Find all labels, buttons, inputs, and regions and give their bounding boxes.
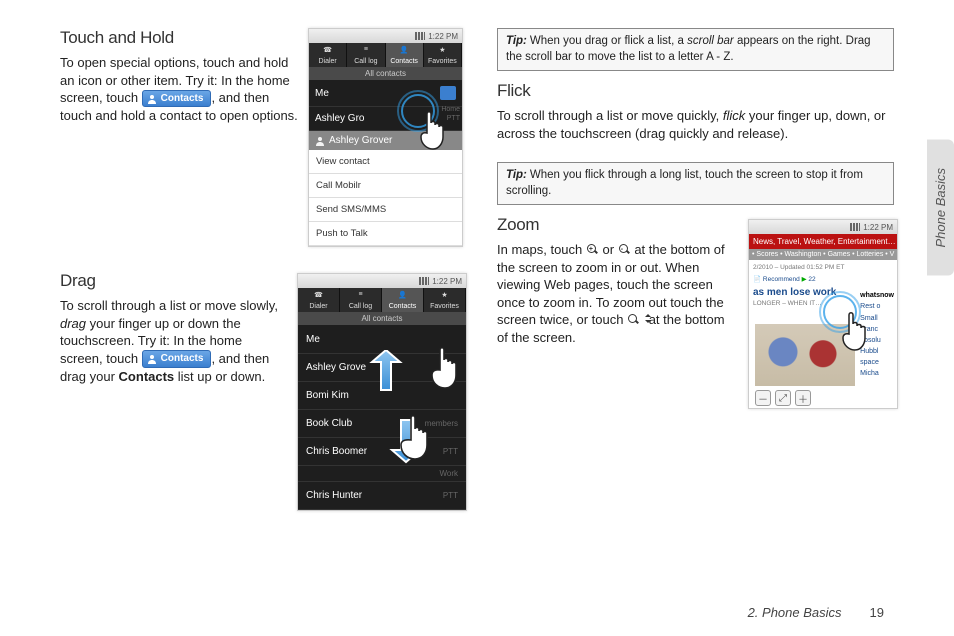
signal-icon — [419, 277, 429, 285]
signal-icon — [850, 223, 860, 231]
ctx-view-contact[interactable]: View contact — [309, 150, 462, 174]
tab-favorites[interactable]: ★Favorites — [424, 43, 462, 67]
page-footer: 2. Phone Basics19 — [748, 605, 884, 620]
ctx-call-mobile[interactable]: Call Mobilr — [309, 174, 462, 198]
web-sidebar-links[interactable]: whatsnow Rest o Small Franc absolu Hubbl… — [860, 290, 894, 380]
tab-dialer[interactable]: ☎Dialer — [309, 43, 347, 67]
tab-favorites[interactable]: ★Favorites — [424, 288, 466, 312]
tab-call-log[interactable]: ≡Call log — [340, 288, 382, 312]
drag-hand-bottom-icon — [396, 412, 444, 468]
web-subnav: • Scores • Washington • Games • Lotterie… — [749, 249, 897, 260]
zoom-in-icon[interactable]: ＋ — [795, 390, 811, 406]
tip-scrollbar: Tip:When you drag or flick a list, a scr… — [497, 28, 894, 71]
tabs-row: ☎Dialer ≡Call log 👤Contacts ★Favorites — [309, 43, 462, 67]
contact-row-ashley[interactable]: Ashley Gro HomePTT — [309, 107, 462, 131]
status-bar: 1:22 PM — [309, 29, 462, 43]
list-item[interactable]: Chris HunterPTT — [298, 482, 466, 510]
section-flick: Flick To scroll through a list or move q… — [497, 81, 894, 142]
zoom-in-inline-icon: + — [586, 243, 599, 256]
zoom-overview-inline-icon — [627, 313, 645, 326]
signal-icon — [415, 32, 425, 40]
section-zoom: 1:22 PM News, Travel, Weather, Entertain… — [497, 215, 894, 346]
tab-call-log[interactable]: ≡Call log — [347, 43, 385, 67]
contacts-pill: Contacts — [142, 90, 212, 108]
right-column: Tip:When you drag or flick a list, a scr… — [497, 28, 894, 616]
status-time: 1:22 PM — [863, 223, 893, 232]
tab-dialer[interactable]: ☎Dialer — [298, 288, 340, 312]
section-drag: 1:22 PM ☎Dialer ≡Call log 👤Contacts ★Fav… — [60, 271, 457, 386]
zoom-out-inline-icon: - — [618, 243, 631, 256]
section-touch-and-hold: 1:22 PM ☎Dialer ≡Call log 👤Contacts ★Fav… — [60, 28, 457, 125]
status-time: 1:22 PM — [428, 32, 458, 41]
ctx-send-sms[interactable]: Send SMS/MMS — [309, 198, 462, 222]
all-contacts-header: All contacts — [298, 312, 466, 325]
phone-mock-zoom: 1:22 PM News, Travel, Weather, Entertain… — [748, 219, 898, 409]
all-contacts-header: All contacts — [309, 67, 462, 80]
left-column: 1:22 PM ☎Dialer ≡Call log 👤Contacts ★Fav… — [60, 28, 457, 616]
zoom-out-icon[interactable]: － — [755, 390, 771, 406]
side-tab: Phone Basics — [927, 140, 954, 276]
phone-mock-drag: 1:22 PM ☎Dialer ≡Call log 👤Contacts ★Fav… — [297, 273, 467, 511]
context-menu-header: Ashley Grover — [309, 131, 462, 150]
web-photo — [755, 324, 855, 386]
drag-hand-top-icon — [426, 344, 470, 396]
zoom-fit-icon[interactable]: ⤢ — [775, 390, 791, 406]
zoom-controls[interactable]: － ⤢ ＋ — [755, 390, 811, 406]
web-header: News, Travel, Weather, Entertainment… — [749, 234, 897, 249]
contact-row-me[interactable]: Me — [309, 80, 462, 107]
web-dateline: 2/2010 – Updated 01:52 PM ET — [753, 264, 893, 271]
tip-flick-stop: Tip:When you flick through a long list, … — [497, 162, 894, 205]
para-flick: To scroll through a list or move quickly… — [497, 107, 894, 142]
phone-mock-touch-hold: 1:22 PM ☎Dialer ≡Call log 👤Contacts ★Fav… — [308, 28, 463, 247]
tab-contacts[interactable]: 👤Contacts — [386, 43, 424, 67]
tab-contacts[interactable]: 👤Contacts — [382, 288, 424, 312]
status-time: 1:22 PM — [432, 277, 462, 286]
edit-icon[interactable] — [440, 86, 456, 100]
ctx-push-to-talk[interactable]: Push to Talk — [309, 222, 462, 246]
web-body[interactable]: 2/2010 – Updated 01:52 PM ET 📄 Recommend… — [749, 260, 897, 409]
contacts-pill: Contacts — [142, 350, 212, 368]
heading-flick: Flick — [497, 81, 894, 101]
